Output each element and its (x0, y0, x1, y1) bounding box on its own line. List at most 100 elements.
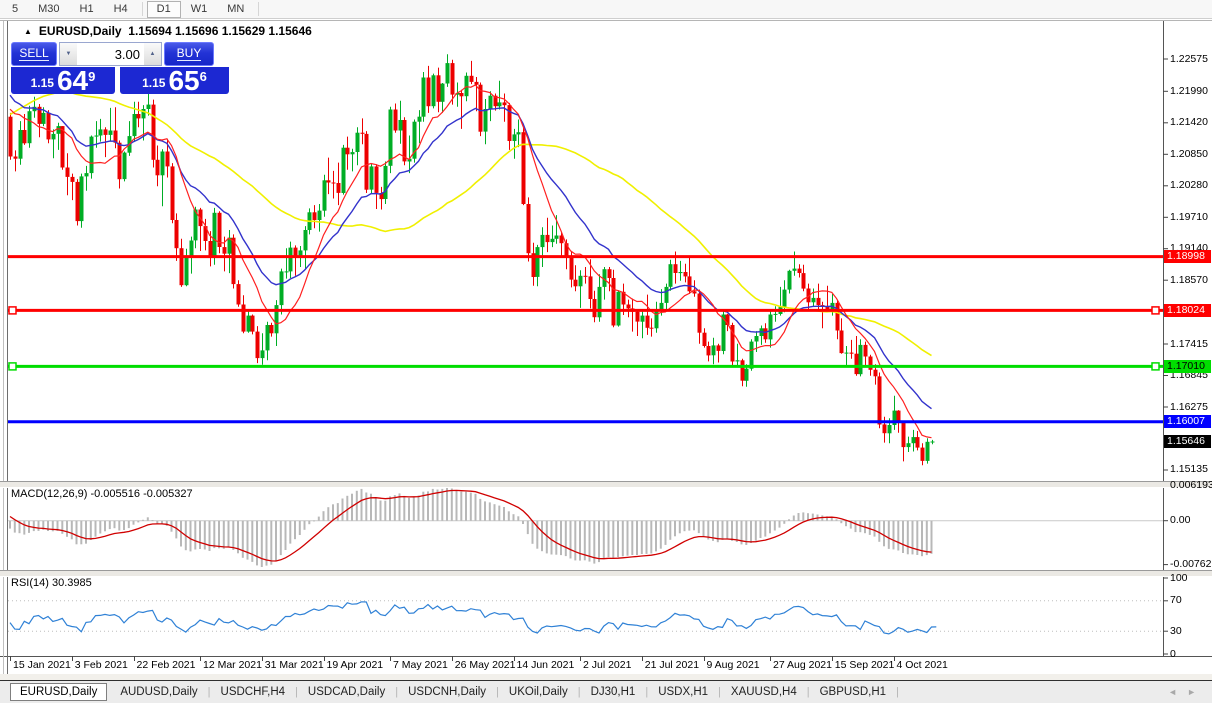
toolbar-separator (258, 2, 260, 16)
date-axis-label: 22 Feb 2021 (136, 659, 196, 671)
chart-tab-dj30[interactable]: DJ30,H1 (582, 684, 645, 700)
price-axis-label: 1.21990 (1170, 84, 1208, 97)
date-axis-label: 2 Jul 2021 (583, 659, 632, 671)
rsi-axis-label: 0 (1170, 647, 1176, 660)
symbol-period-label: EURUSD,Daily (38, 24, 122, 38)
volume-decrease-button[interactable]: ▼ (60, 43, 77, 65)
chart-tab-usdx[interactable]: USDX,H1 (649, 684, 717, 700)
price-axis-label: 1.16275 (1170, 400, 1208, 413)
volume-input[interactable] (77, 43, 144, 65)
tf-button-m30[interactable]: M30 (28, 1, 69, 18)
buy-price-big: 65 (168, 65, 200, 96)
buy-price-sup: 6 (199, 69, 207, 84)
date-axis-label: 27 Aug 2021 (773, 659, 832, 671)
tf-button-h1[interactable]: H1 (70, 1, 104, 18)
date-axis-label: 26 May 2021 (454, 659, 516, 671)
date-axis-label: 15 Jan 2021 (13, 659, 71, 671)
ma-mid-line (9, 94, 932, 410)
date-axis-label: 19 Apr 2021 (326, 659, 384, 671)
price-axis-label: 1.19710 (1170, 210, 1208, 223)
tabs-scroll-right-icon[interactable]: ► (1187, 687, 1206, 697)
macd-axis-label: -0.007621 (1170, 558, 1212, 571)
rsi-axis-label: 100 (1170, 571, 1188, 584)
tf-button-mn[interactable]: MN (217, 1, 254, 18)
tf-button-d1[interactable]: D1 (146, 0, 181, 18)
horizontal-line-1.1701[interactable] (8, 362, 1163, 371)
tab-separator: | (718, 686, 721, 698)
date-axis-label: 3 Feb 2021 (74, 659, 128, 671)
volume-increase-button[interactable]: ▲ (144, 43, 161, 65)
window-border-bottom (0, 674, 1212, 681)
line-handle-left (8, 306, 17, 315)
volume-control: ▼ ▲ (59, 42, 162, 66)
rsi-indicator-label: RSI(14) 30.3985 (11, 577, 92, 589)
mt4-terminal: { "toolbar": {"timeframes": ["5","M30","… (0, 0, 1212, 703)
ma-fast-line (9, 84, 932, 439)
timeframe-toolbar: 5 M30 H1 H4 D1 W1 MN (0, 0, 1212, 19)
tab-separator: | (896, 686, 899, 698)
date-axis-label: 15 Sep 2021 (834, 659, 895, 671)
chart-title: ▲ EURUSD,Daily 1.15694 1.15696 1.15629 1.… (24, 24, 312, 38)
date-axis-label: 4 Oct 2021 (896, 659, 948, 671)
one-click-trading-panel: SELL ▼ ▲ BUY 1.15649 1.15656 (11, 42, 229, 96)
date-axis-label: 31 Mar 2021 (264, 659, 324, 671)
price-axis-label: 1.21420 (1170, 116, 1208, 129)
buy-price-display[interactable]: 1.15 65 6 (120, 65, 229, 96)
price-axis-label: 1.20850 (1170, 147, 1208, 160)
tab-separator: | (496, 686, 499, 698)
price-chart-canvas[interactable] (0, 0, 1212, 703)
chart-tab-usdcnh[interactable]: USDCNH,Daily (399, 684, 495, 700)
toolbar-separator (141, 2, 143, 16)
macd-indicator-label: MACD(12,26,9) -0.005516 -0.005327 (11, 488, 193, 500)
chart-tab-gbpusd[interactable]: GBPUSD,H1 (811, 684, 895, 700)
tab-separator: | (295, 686, 298, 698)
line-handle-right (1151, 362, 1160, 371)
tab-separator: | (577, 686, 581, 698)
date-axis-label: 21 Jul 2021 (644, 659, 700, 671)
price-line-label: 1.17010 (1164, 359, 1211, 373)
chart-tab-eurusd[interactable]: EURUSD,Daily (10, 683, 108, 701)
price-axis-label: 1.20280 (1170, 179, 1208, 192)
collapse-trade-panel-icon[interactable]: ▲ (24, 27, 32, 36)
sell-price-big: 64 (56, 65, 89, 96)
price-line-label: 1.16007 (1164, 415, 1211, 429)
ohlc-values: 1.15694 1.15696 1.15629 1.15646 (128, 24, 312, 38)
macd-panel-divider[interactable] (0, 481, 1212, 488)
chart-tab-usdchf[interactable]: USDCHF,H4 (212, 684, 295, 700)
chart-tab-audusd[interactable]: AUDUSD,Daily (111, 684, 206, 700)
buy-button[interactable]: BUY (164, 42, 214, 66)
chart-tab-usdcad[interactable]: USDCAD,Daily (299, 684, 394, 700)
price-line-label: 1.18024 (1164, 303, 1211, 317)
horizontal-line-1.18024[interactable] (8, 306, 1163, 315)
tabs-scroll-left-icon[interactable]: ◄ (1168, 687, 1187, 697)
sell-price-display[interactable]: 1.15 64 9 (11, 65, 115, 96)
tab-separator: | (645, 686, 649, 698)
buy-price-small: 1.15 (142, 76, 166, 90)
rsi-axis-label: 30 (1170, 624, 1182, 637)
date-axis-label: 9 Aug 2021 (706, 659, 760, 671)
date-axis-label: 14 Jun 2021 (516, 659, 575, 671)
chart-tab-ukoil[interactable]: UKOil,Daily (500, 684, 577, 700)
date-axis-label: 7 May 2021 (393, 659, 448, 671)
triangle-up-icon: ▲ (149, 51, 156, 57)
tab-scroll-arrows: ◄► (1168, 687, 1206, 697)
tf-button-h4[interactable]: H4 (104, 1, 138, 18)
price-axis-label: 1.17415 (1170, 337, 1208, 350)
tab-separator: | (207, 686, 211, 698)
price-axis-label: 1.22575 (1170, 52, 1208, 65)
window-border-top (0, 20, 1212, 21)
chart-tab-xauusd[interactable]: XAUUSD,H4 (722, 684, 806, 700)
chart-tabs-bar: EURUSD,Daily AUDUSD,Daily | USDCHF,H4 | USDCA… (0, 681, 1212, 703)
date-axis-label: 12 Mar 2021 (203, 659, 262, 671)
candles-layer (8, 54, 935, 466)
line-handle-left (8, 362, 17, 371)
sell-button[interactable]: SELL (11, 42, 57, 66)
macd-axis-label: 0.006193 (1170, 478, 1212, 491)
tf-button-w1[interactable]: W1 (181, 1, 218, 18)
rsi-panel-divider[interactable] (0, 570, 1212, 577)
triangle-down-icon: ▼ (65, 51, 72, 57)
price-line-label: 1.18998 (1164, 250, 1211, 264)
sell-price-sup: 9 (88, 69, 96, 84)
tf-button-5[interactable]: 5 (2, 1, 28, 18)
tab-separator: | (806, 686, 810, 698)
